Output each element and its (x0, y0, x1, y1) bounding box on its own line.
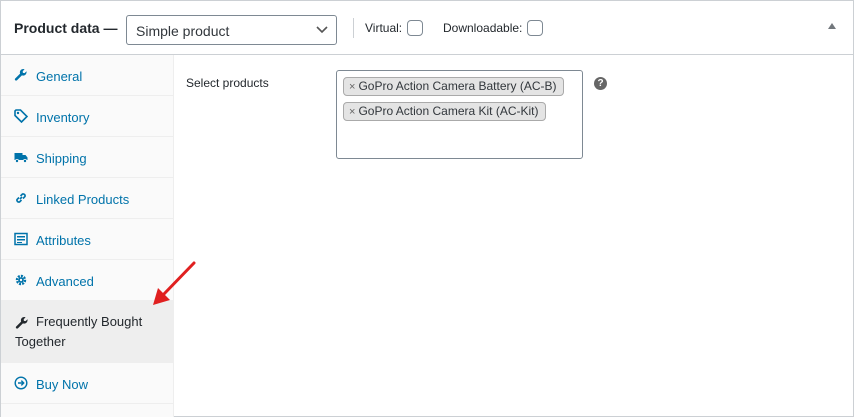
product-data-panel: Product data — Simple product Virtual: D… (0, 0, 854, 417)
selected-product-chip: × GoPro Action Camera Kit (AC-Kit) (343, 102, 546, 121)
remove-chip-button[interactable]: × (349, 106, 355, 118)
downloadable-label: Downloadable: (443, 21, 523, 35)
tab-frequently-bought-together-label: Frequently Bought Together (15, 314, 143, 349)
tab-general[interactable]: General (1, 55, 173, 96)
tab-general-label: General (36, 69, 83, 84)
selected-product-chip: × GoPro Action Camera Battery (AC-B) (343, 77, 564, 96)
tab-shipping-label: Shipping (36, 151, 87, 166)
tab-inventory-label: Inventory (36, 110, 90, 125)
tab-advanced-label: Advanced (36, 274, 94, 289)
virtual-label: Virtual: (365, 21, 403, 35)
product-data-header: Product data — Simple product Virtual: D… (1, 1, 853, 55)
virtual-checkbox[interactable] (407, 20, 423, 36)
tab-shipping[interactable]: Shipping (1, 137, 173, 178)
remove-chip-button[interactable]: × (349, 81, 355, 93)
link-icon (16, 193, 26, 203)
tab-advanced[interactable]: Advanced (1, 260, 173, 301)
chevron-down-icon (316, 26, 328, 34)
tab-buy-now-label: Buy Now (36, 377, 89, 392)
select-products-field[interactable]: × GoPro Action Camera Battery (AC-B) × GoP… (336, 70, 583, 159)
select-products-label: Select products (186, 76, 269, 90)
tab-linked-products-label: Linked Products (36, 192, 130, 207)
selected-product-label: GoPro Action Camera Battery (AC-B) (358, 79, 557, 93)
help-tip-icon[interactable]: ? (594, 77, 607, 90)
tag-icon (14, 109, 28, 123)
tab-linked-products[interactable]: Linked Products (1, 178, 173, 219)
wrench-icon (14, 69, 27, 81)
tab-inventory[interactable]: Inventory (1, 96, 173, 137)
list-icon (14, 232, 28, 246)
tab-buy-now[interactable]: Buy Now (1, 363, 173, 404)
product-data-title: Product data — (14, 20, 118, 36)
product-type-value: Simple product (136, 23, 230, 39)
product-type-select[interactable]: Simple product (126, 15, 337, 45)
downloadable-checkbox[interactable] (527, 20, 543, 36)
selected-product-label: GoPro Action Camera Kit (AC-Kit) (358, 104, 539, 118)
tab-attributes[interactable]: Attributes (1, 219, 173, 260)
annotation-arrow-icon (153, 261, 196, 305)
tab-attributes-label: Attributes (36, 233, 91, 248)
header-separator (353, 18, 354, 38)
product-data-tabs: General Inventory Shipping Linked Produc… (1, 55, 174, 417)
circle-arrow-right-icon (14, 376, 28, 390)
tab-frequently-bought-together[interactable]: Frequently Bought Together (1, 301, 173, 363)
gear-icon (15, 274, 27, 286)
truck-icon (14, 153, 28, 163)
collapse-arrow-icon[interactable] (827, 22, 837, 30)
